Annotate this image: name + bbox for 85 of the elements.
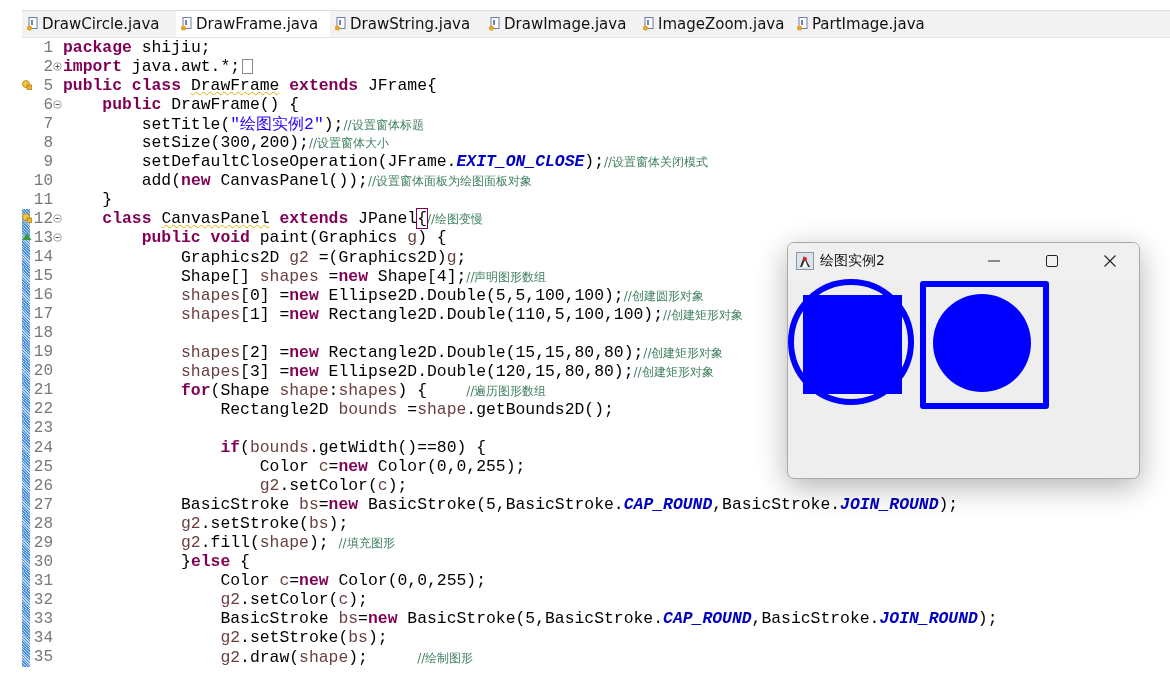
close-icon[interactable] [1104,255,1116,267]
line-number: 18 [32,324,53,343]
line-number: 28 [32,514,53,533]
line-number: 21 [32,381,53,400]
line-number: 27 [32,495,53,514]
line-number: 14 [32,248,53,267]
line-number: 19 [32,343,53,362]
java-file-icon [796,17,808,31]
code-line: shapes[2] =new Rectangle2D.Double(15,15,80,80);//创建矩形对象 [180,342,724,362]
code-line: } [101,190,113,210]
line-number: 22 [32,400,53,419]
maximize-icon[interactable] [1046,255,1058,267]
code-line: public class DrawFrame extends JFrame{ [63,76,437,96]
code-line: setSize(300,200);//设置窗体大小 [140,133,389,153]
code-line: g2.fill(shape); //填充图形 [180,533,395,553]
code-line: shapes[1] =new Rectangle2D.Double(110,5,100,100);//创建矩形对象 [180,304,744,324]
java-file-icon [180,17,192,31]
java-file-icon [642,17,654,31]
editor-tab[interactable]: DrawCircle.java [22,11,176,37]
editor-tab[interactable]: PartImage.java [792,11,946,37]
collapse-icon[interactable] [53,233,62,243]
code-line: Graphics2D g2 =(Graphics2D)g; [180,247,467,267]
code-line: BasicStroke bs=new BasicStroke(5,BasicStroke.CAP_ROUND,BasicStroke.JOIN_ROUND); [180,495,959,515]
line-number: 11 [32,190,53,209]
code-line: shapes[0] =new Ellipse2D.Double(5,5,100,100);//创建圆形对象 [180,285,704,305]
code-line: setDefaultCloseOperation(JFrame.EXIT_ON_CLOSE);//设置窗体关闭模式 [140,152,709,172]
editor-tab[interactable]: DrawImage.java [484,11,638,37]
code-line: g2.setColor(c); [219,590,368,610]
line-number: 33 [32,609,53,628]
code-line: g2.setStroke(bs); [219,628,388,648]
expand-icon[interactable] [53,62,62,72]
line-number: 9 [42,152,53,171]
line-number: 6 [42,95,53,114]
line-number: 26 [32,476,53,495]
app-icon [796,252,814,270]
line-number: 8 [42,133,53,152]
code-line: Color c=new Color(0,0,255); [258,457,526,477]
line-number: 35 [32,648,53,666]
line-number: 7 [42,114,53,133]
editor-tab[interactable]: DrawFrame.java [176,11,330,37]
line-number: 29 [32,533,53,552]
line-number: 1 [42,38,53,57]
line-number: 20 [32,362,53,381]
line-number: 24 [32,438,53,457]
folded-code-box[interactable] [242,59,254,75]
collapse-icon[interactable] [53,100,62,110]
java-file-icon [26,17,38,31]
code-line: package shijiu; [63,38,211,57]
line-number: 25 [32,457,53,476]
java-file-icon [334,17,346,31]
line-number: 31 [32,571,53,590]
code-line: g2.setStroke(bs); [180,514,349,534]
code-line: setTitle("绘图实例2");//设置窗体标题 [140,113,424,135]
line-number: 13 [32,229,53,247]
code-line: for(Shape shape:shapes) { //遍历图形数组 [180,380,547,400]
line-number: 34 [32,628,53,647]
code-line: class CanvasPanel extends JPanel{//绘图变慢 [101,209,484,229]
line-number: 23 [32,419,53,438]
java-file-icon [488,17,500,31]
code-line: public void paint(Graphics g) { [140,228,447,248]
code-line: add(new CanvasPanel());//设置窗体面板为绘图面板对象 [140,171,533,191]
editor-tab[interactable]: ImageZoom.java [638,11,792,37]
code-line: }else { [180,552,250,572]
line-number: 17 [32,305,53,324]
line-number: 12 [32,209,53,228]
collapse-icon[interactable] [53,214,62,224]
line-number: 30 [32,552,53,571]
code-line: BasicStroke bs=new BasicStroke(5,BasicStroke.CAP_ROUND,BasicStroke.JOIN_ROUND); [219,609,998,629]
line-number: 2 [42,57,53,76]
line-number: 16 [32,286,53,305]
code-line: if(bounds.getWidth()==80) { [219,438,486,457]
code-line: import java.awt.*; [63,57,241,77]
code-line: public DrawFrame() { [101,95,300,115]
code-line: Color c=new Color(0,0,255); [219,571,486,591]
code-line: Shape[] shapes =new Shape[4];//声明图形数组 [180,266,547,286]
line-number: 15 [32,267,53,286]
line-number: 10 [32,171,53,190]
line-number: 32 [32,590,53,609]
code-line: shapes[3] =new Ellipse2D.Double(120,15,80,80);//创建矩形对象 [180,361,714,381]
code-line: g2.setColor(c); [258,476,408,496]
code-line: Rectangle2D bounds =shape.getBounds2D(); [219,399,614,419]
window-title: 绘图实例2 [820,252,885,270]
line-number: 5 [42,76,53,95]
editor-tab[interactable]: DrawString.java [330,11,484,37]
code-line: g2.draw(shape); //绘制图形 [219,647,474,667]
